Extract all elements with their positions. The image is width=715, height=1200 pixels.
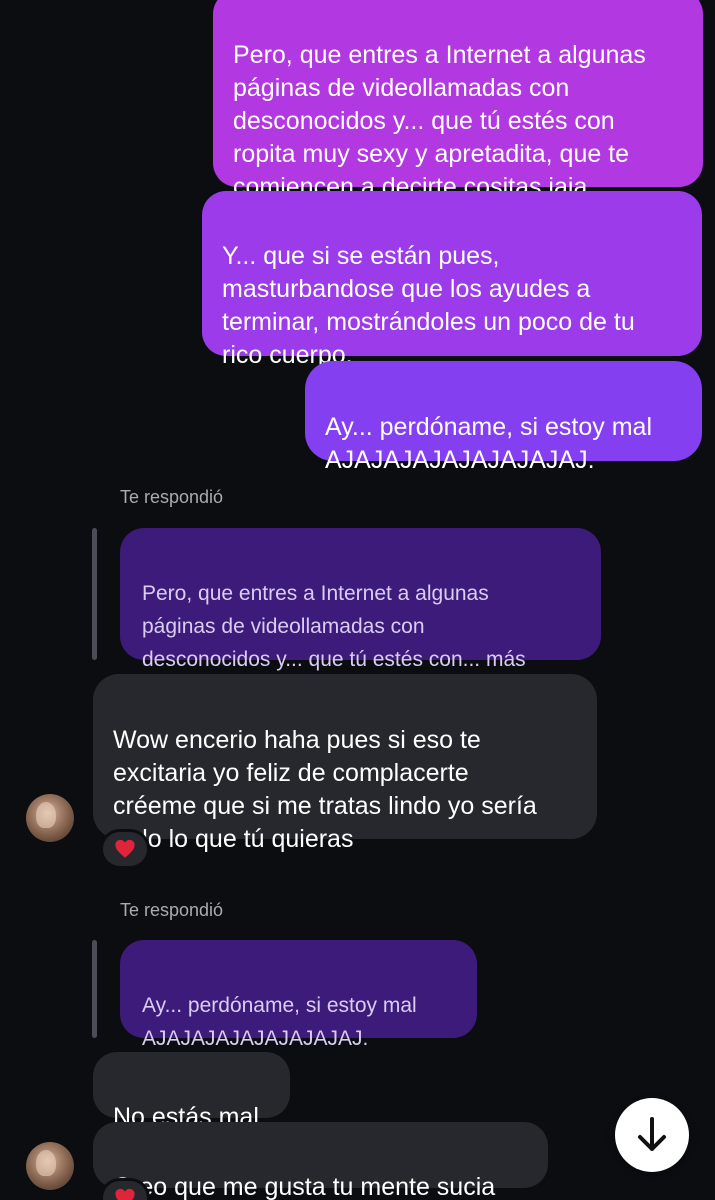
quoted-message[interactable]: Pero, que entres a Internet a algunas pá… bbox=[120, 528, 601, 671]
reply-label: Te respondió bbox=[120, 487, 224, 507]
message-text: Pero, que entres a Internet a algunas pá… bbox=[233, 41, 646, 201]
quoted-message[interactable]: Ay... perdóname, si estoy mal AJAJAJAJAJ… bbox=[120, 940, 477, 1050]
incoming-message[interactable]: Wow encerio haha pues si eso te excitari… bbox=[93, 674, 597, 853]
reply-indicator-bar bbox=[92, 940, 97, 1038]
contact-avatar[interactable] bbox=[26, 794, 74, 842]
message-text: Y... que si se están pues, masturbandose… bbox=[222, 242, 635, 369]
arrow-down-icon bbox=[638, 1117, 666, 1151]
incoming-message[interactable]: Creo que me gusta tu mente sucia bbox=[93, 1122, 548, 1200]
message-text: Ay... perdóname, si estoy mal AJAJAJAJAJ… bbox=[325, 413, 653, 474]
quoted-text: Pero, que entres a Internet a algunas pá… bbox=[142, 582, 526, 671]
heart-icon bbox=[115, 839, 135, 858]
contact-avatar[interactable] bbox=[26, 1142, 74, 1190]
outgoing-message[interactable]: Y... que si se están pues, masturbandose… bbox=[202, 191, 702, 369]
reply-label: Te respondió bbox=[120, 900, 224, 920]
message-text: Creo que me gusta tu mente sucia bbox=[113, 1173, 496, 1200]
message-reaction[interactable] bbox=[100, 829, 150, 869]
outgoing-message[interactable]: Pero, que entres a Internet a algunas pá… bbox=[213, 0, 703, 201]
message-text: Wow encerio haha pues si eso te excitari… bbox=[113, 726, 537, 853]
chat-thread: Pero, que entres a Internet a algunas pá… bbox=[0, 0, 715, 1200]
reply-indicator-bar bbox=[92, 528, 97, 660]
scroll-to-bottom-button[interactable] bbox=[615, 1098, 689, 1172]
outgoing-message[interactable]: Ay... perdóname, si estoy mal AJAJAJAJAJ… bbox=[305, 361, 702, 474]
heart-icon bbox=[115, 1188, 135, 1200]
quoted-text: Ay... perdóname, si estoy mal AJAJAJAJAJ… bbox=[142, 994, 417, 1050]
incoming-message[interactable]: No estás mal bbox=[93, 1052, 290, 1131]
